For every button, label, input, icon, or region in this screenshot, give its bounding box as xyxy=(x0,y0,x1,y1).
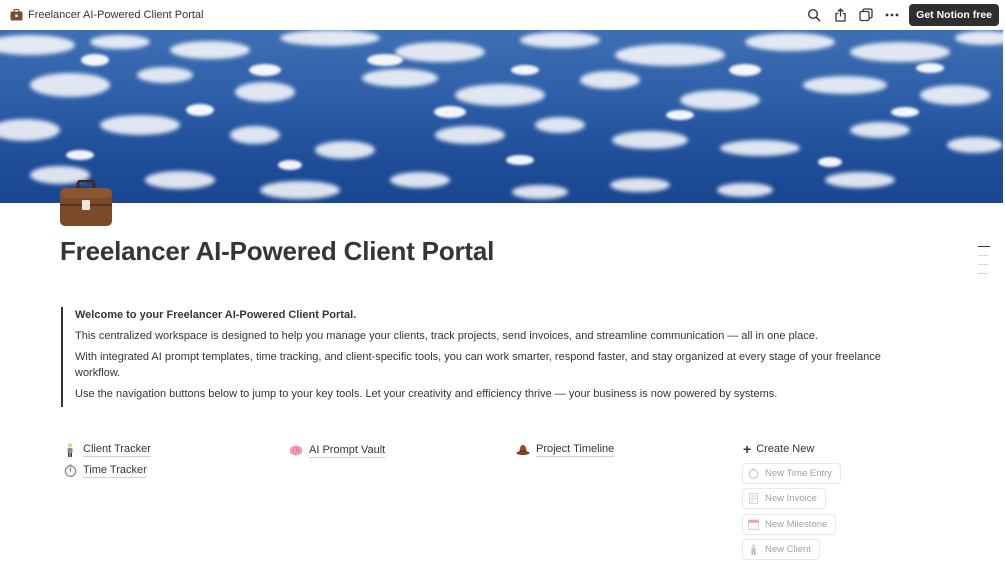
new-client-label: New Client xyxy=(765,544,811,555)
receipt-icon xyxy=(748,493,759,504)
top-bar: Freelancer AI-Powered Client Portal Get … xyxy=(0,0,1005,30)
client-tracker-link[interactable]: Client Tracker xyxy=(63,442,151,457)
calendar-icon xyxy=(748,519,759,530)
plus-icon: + xyxy=(743,441,752,457)
welcome-paragraph-1: This centralized workspace is designed t… xyxy=(75,330,818,342)
new-milestone-label: New Milestone xyxy=(765,519,828,530)
stopwatch-icon xyxy=(63,464,77,478)
create-new-heading: + Create New xyxy=(743,442,814,456)
table-of-contents[interactable] xyxy=(978,246,990,282)
new-client-button[interactable]: New Client xyxy=(742,539,820,560)
briefcase-icon[interactable] xyxy=(59,180,113,228)
toc-marker[interactable] xyxy=(978,273,988,274)
person-icon xyxy=(63,442,77,457)
client-tracker-label: Client Tracker xyxy=(83,443,151,457)
share-icon xyxy=(835,8,846,22)
duplicate-icon xyxy=(859,8,873,22)
new-milestone-button[interactable]: New Milestone xyxy=(742,514,837,535)
time-tracker-link[interactable]: Time Tracker xyxy=(63,463,147,478)
create-new-label: Create New xyxy=(756,443,815,455)
search-icon xyxy=(808,8,821,22)
share-button[interactable] xyxy=(827,4,853,26)
more-button[interactable] xyxy=(879,4,905,26)
brain-icon xyxy=(289,444,303,458)
cover-clouds xyxy=(0,30,1003,199)
new-time-entry-button[interactable]: New Time Entry xyxy=(742,463,842,484)
welcome-paragraph-2: With integrated AI prompt templates, tim… xyxy=(75,351,881,379)
more-icon xyxy=(885,13,899,17)
cover-image xyxy=(0,30,1003,203)
new-invoice-label: New Invoice xyxy=(765,493,817,504)
person-icon xyxy=(748,544,759,555)
project-timeline-label: Project Timeline xyxy=(536,443,615,457)
hat-icon xyxy=(516,443,530,457)
briefcase-icon xyxy=(10,9,23,21)
toc-marker[interactable] xyxy=(978,255,988,256)
welcome-heading: Welcome to your Freelancer AI-Powered Cl… xyxy=(75,309,357,321)
breadcrumb-title: Freelancer AI-Powered Client Portal xyxy=(28,9,204,21)
toc-marker[interactable] xyxy=(978,264,988,265)
new-time-entry-label: New Time Entry xyxy=(765,468,833,479)
ai-prompt-vault-link[interactable]: AI Prompt Vault xyxy=(289,443,386,458)
project-timeline-link[interactable]: Project Timeline xyxy=(516,442,615,457)
breadcrumb[interactable]: Freelancer AI-Powered Client Portal xyxy=(10,9,203,21)
welcome-quote: Welcome to your Freelancer AI-Powered Cl… xyxy=(61,307,905,407)
time-tracker-label: Time Tracker xyxy=(83,464,147,478)
page-title[interactable]: Freelancer AI-Powered Client Portal xyxy=(60,236,494,267)
toc-marker-active[interactable] xyxy=(978,246,990,247)
new-invoice-button[interactable]: New Invoice xyxy=(742,488,826,509)
duplicate-button[interactable] xyxy=(853,4,879,26)
welcome-paragraph-3: Use the navigation buttons below to jump… xyxy=(75,388,778,400)
search-button[interactable] xyxy=(801,4,827,26)
ai-prompt-vault-label: AI Prompt Vault xyxy=(309,444,386,458)
get-notion-free-button[interactable]: Get Notion free xyxy=(909,4,999,26)
stopwatch-icon xyxy=(748,468,759,479)
